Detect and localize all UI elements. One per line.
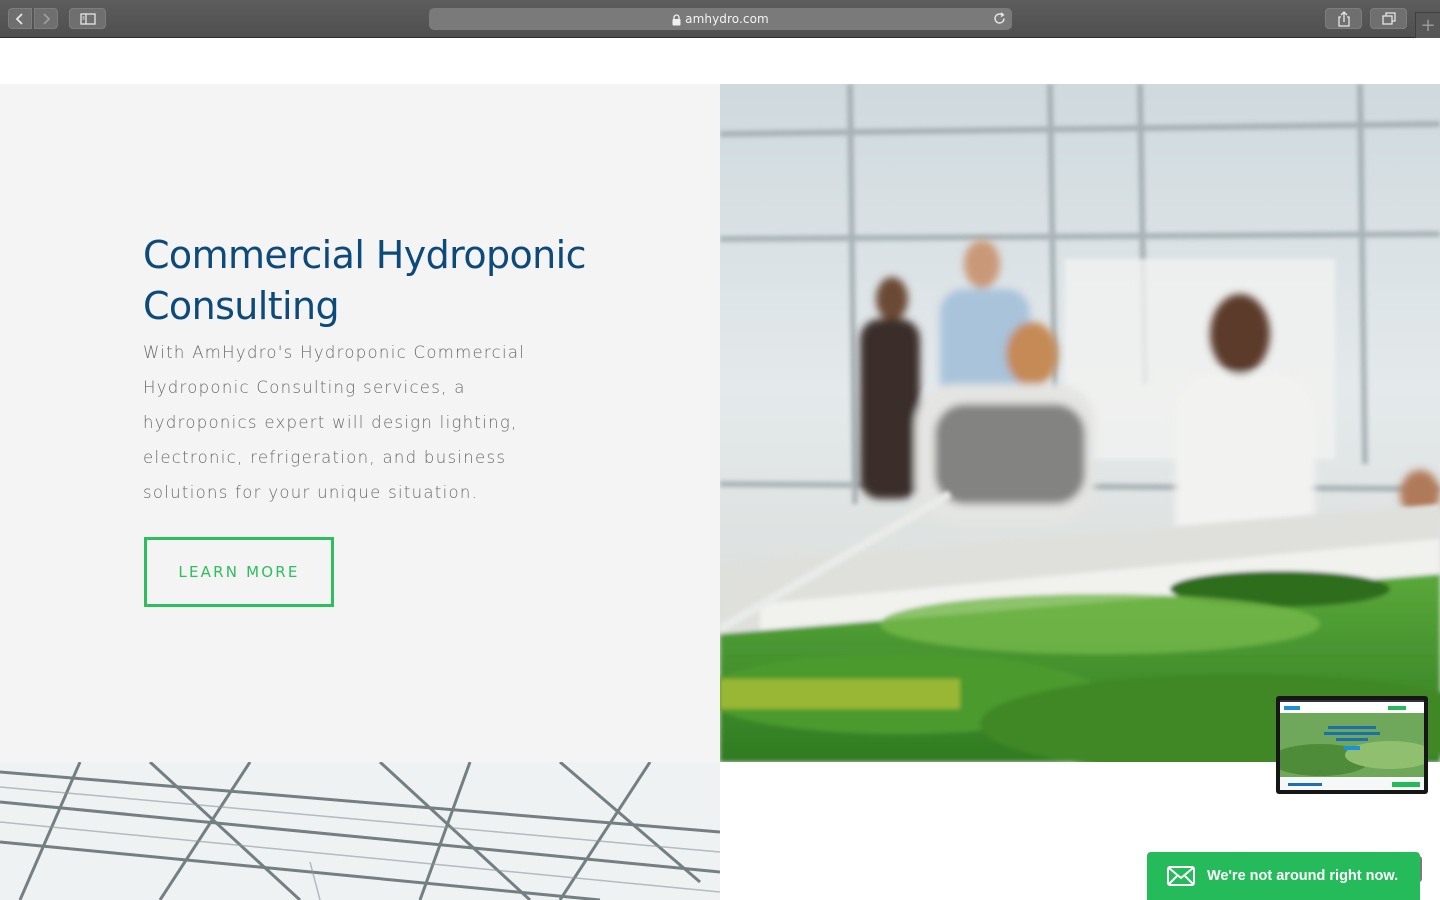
chat-status-message: We're not around right now. bbox=[1207, 868, 1399, 884]
bottom-photo-illustration bbox=[0, 762, 720, 900]
reload-icon[interactable] bbox=[992, 11, 1007, 26]
browser-toolbar: amhydro.com + bbox=[0, 0, 1440, 38]
sidebar-icon bbox=[79, 12, 96, 25]
share-button[interactable] bbox=[1325, 8, 1362, 29]
plus-icon: + bbox=[1420, 15, 1436, 36]
new-tab-button[interactable]: + bbox=[1415, 12, 1440, 38]
chevron-right-icon bbox=[43, 12, 51, 25]
greenhouse-roof-structure-photo bbox=[0, 762, 720, 900]
sidebar-toggle-button[interactable] bbox=[69, 8, 106, 29]
section-heading: Commercial Hydroponic Consulting bbox=[143, 233, 586, 328]
tabs-icon bbox=[1381, 12, 1396, 25]
show-tabs-button[interactable] bbox=[1370, 8, 1407, 29]
hero-photo-illustration bbox=[720, 84, 1440, 762]
address-bar[interactable]: amhydro.com bbox=[429, 8, 1012, 30]
greenhouse-workers-microgreens-photo bbox=[720, 84, 1440, 762]
back-button[interactable] bbox=[8, 8, 32, 29]
chat-widget[interactable]: We're not around right now. bbox=[1147, 852, 1420, 900]
section-description: With AmHydro's Hydroponic Commercial Hyd… bbox=[143, 343, 526, 502]
thumbnail-image bbox=[1280, 700, 1424, 790]
url-text: amhydro.com bbox=[685, 12, 769, 26]
chevron-left-icon bbox=[15, 12, 23, 25]
share-icon bbox=[1337, 10, 1350, 27]
forward-button[interactable] bbox=[34, 8, 58, 29]
envelope-icon bbox=[1167, 866, 1195, 886]
thumbnail-screen bbox=[1280, 700, 1424, 790]
site-preview-thumbnail[interactable] bbox=[1276, 696, 1428, 794]
lock-icon bbox=[672, 14, 681, 26]
learn-more-button[interactable]: LEARN MORE bbox=[144, 537, 334, 607]
